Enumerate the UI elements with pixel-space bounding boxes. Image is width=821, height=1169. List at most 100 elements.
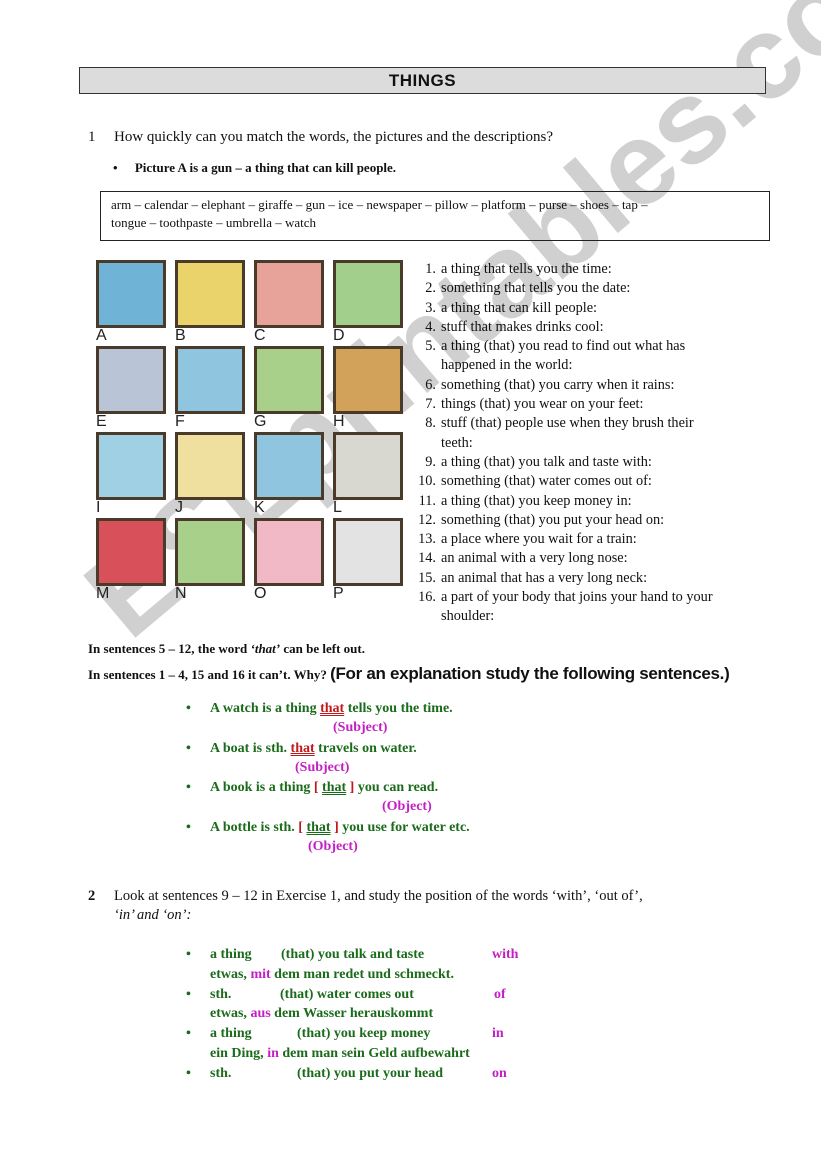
picture-arm xyxy=(254,518,324,586)
note-emphasis: (For an explanation study the following … xyxy=(330,664,730,683)
picture-label: L xyxy=(333,499,342,516)
item-text: a thing that can kill people: xyxy=(441,299,598,316)
item-text: an animal with a very long nose: xyxy=(441,550,628,567)
picture-tap xyxy=(333,260,403,328)
relative-pronoun: that xyxy=(320,701,345,716)
german-translation: etwas, aus dem Wasser herauskommt xyxy=(210,1006,434,1021)
example-sentence: • A bottle is sth. [ that ] you use for w… xyxy=(186,819,470,836)
item-number: 7. xyxy=(425,396,436,413)
picture-label: G xyxy=(254,413,267,430)
picture-toothpaste xyxy=(254,432,324,500)
bullet-icon: • xyxy=(186,986,191,1002)
item-number: 16. xyxy=(418,589,436,606)
item-number: 8. xyxy=(425,415,436,432)
item-text: things (that) you wear on your feet: xyxy=(441,396,644,413)
description-item: 14. an animal with a very long nose: xyxy=(414,549,713,568)
example-text: Picture A is a gun – a thing that can ki… xyxy=(134,160,397,175)
item-text: a part of your body that joins your hand… xyxy=(441,589,713,606)
description-item: happened in the world: xyxy=(414,356,713,375)
description-item: 7. things (that) you wear on your feet: xyxy=(414,395,713,414)
description-item: 13. a place where you wait for a train: xyxy=(414,530,713,549)
item-number: 6. xyxy=(425,376,436,393)
item-number: 12. xyxy=(418,511,436,528)
title-bar: THINGS xyxy=(79,67,766,94)
bullet-icon: • xyxy=(186,701,191,716)
bullet-icon: • xyxy=(186,819,191,835)
description-list: 1. a thing that tells you the time: 2. some… xyxy=(414,260,713,627)
exercise-2-question: 2 Look at sentences 9 – 12 in Exercise 1… xyxy=(88,888,778,928)
item-number: 9. xyxy=(425,453,436,470)
picture-watch xyxy=(254,346,324,414)
description-item: teeth: xyxy=(414,434,713,453)
picture-label: C xyxy=(254,327,266,344)
german-preposition: aus xyxy=(250,1006,271,1021)
example-sentence: • A boat is sth. that travels on water. xyxy=(186,740,417,757)
sentence-text: A watch is a thing that tells you the ti… xyxy=(210,701,453,716)
note-word: ‘that’ xyxy=(250,641,281,656)
grammar-role-label: (Subject) xyxy=(333,720,388,735)
picture-label: O xyxy=(254,585,267,602)
picture-giraffe xyxy=(175,518,245,586)
item-text: teeth: xyxy=(441,434,473,451)
picture-label: F xyxy=(175,413,185,430)
item-text: shoulder: xyxy=(441,608,495,625)
item-number: 2. xyxy=(425,280,436,297)
item-number: 11. xyxy=(418,492,436,509)
note-text: In sentences 1 – 4, 15 and 16 it can’t. … xyxy=(88,667,331,682)
grammar-role-label: (Object) xyxy=(382,799,432,814)
bracket: ] xyxy=(346,780,355,795)
description-item: 5. a thing (that) you read to find out wh… xyxy=(414,337,713,356)
item-text: a thing (that) you keep money in: xyxy=(441,492,632,509)
exercise-1-question: 1 How quickly can you match the words, t… xyxy=(88,129,768,149)
picture-label: M xyxy=(96,585,110,602)
relative-pronoun: that xyxy=(322,780,347,795)
example-sentence: • A book is a thing [ that ] you can read… xyxy=(186,780,438,796)
sentence-text: A bottle is sth. [ that ] you use for wa… xyxy=(210,819,470,835)
item-number: 1. xyxy=(425,261,436,277)
description-item: 16. a part of your body that joins your h… xyxy=(414,588,713,607)
german-preposition: mit xyxy=(250,966,271,982)
item-number: 5. xyxy=(425,338,436,355)
picture-calendar xyxy=(175,432,245,500)
picture-label: A xyxy=(96,327,107,344)
description-item: shoulder: xyxy=(414,607,713,626)
picture-label: N xyxy=(175,585,187,602)
head-noun: a thing xyxy=(210,947,252,962)
description-item: 3. a thing that can kill people: xyxy=(414,299,713,318)
description-item: 9. a thing (that) you talk and taste with… xyxy=(414,453,713,472)
description-item: 4. stuff that makes drinks cool: xyxy=(414,318,713,337)
picture-newspaper xyxy=(333,432,403,500)
picture-purse xyxy=(96,518,166,586)
item-number: 15. xyxy=(418,569,436,586)
exercise-number: 1 xyxy=(88,129,96,145)
description-item: 8. stuff (that) people use when they brus… xyxy=(414,414,713,433)
item-number: 3. xyxy=(425,299,436,316)
description-item: 2. something that tells you the date: xyxy=(414,279,713,298)
question-text: How quickly can you match the words, the… xyxy=(114,129,554,145)
preposition: in xyxy=(492,1026,504,1041)
example-sentence: • A watch is a thing that tells you the t… xyxy=(186,701,453,717)
picture-label: E xyxy=(96,413,107,430)
item-text: an animal that has a very long neck: xyxy=(441,569,648,586)
note-text: can be left out. xyxy=(280,641,365,656)
item-number: 4. xyxy=(425,318,436,335)
item-text: a thing that tells you the time: xyxy=(441,261,612,277)
picture-label: J xyxy=(175,499,183,516)
bracket: [ xyxy=(313,780,323,795)
picture-tongue xyxy=(254,260,324,328)
item-text: stuff (that) people use when they brush … xyxy=(441,415,694,432)
picture-train-platform xyxy=(175,260,245,328)
bullet-icon: • xyxy=(113,160,118,175)
description-item: 6. something (that) you carry when it rai… xyxy=(414,376,713,395)
relative-pronoun: that xyxy=(290,740,315,756)
item-number: 13. xyxy=(418,531,436,548)
bullet-icon: • xyxy=(186,780,191,795)
word-bank-line: arm – calendar – elephant – giraffe – gu… xyxy=(111,197,648,212)
item-number: 14. xyxy=(418,550,436,567)
example-line: • Picture A is a gun – a thing that can … xyxy=(113,160,396,176)
picture-label: I xyxy=(96,499,101,516)
relative-clause: (that) you keep money xyxy=(297,1026,431,1041)
german-preposition: in xyxy=(267,1045,279,1061)
relative-clause: (that) water comes out xyxy=(280,986,414,1002)
note-line-2: In sentences 1 – 4, 15 and 16 it can’t. … xyxy=(88,664,730,684)
